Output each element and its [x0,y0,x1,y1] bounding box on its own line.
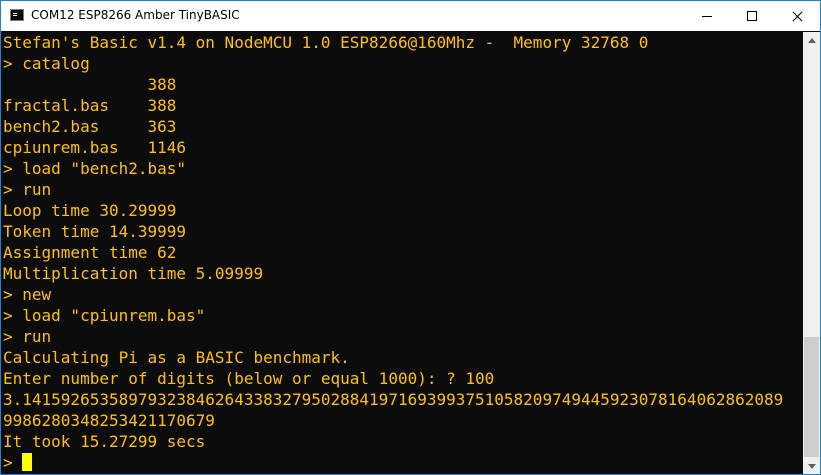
console-line: Enter number of digits (below or equal 1… [3,369,495,388]
console-line: Token time 14.39999 [3,222,187,241]
console-line: 388 [3,75,177,94]
close-icon[interactable] [774,1,819,31]
console-line: 3.14159265358979323846264338327950288419… [3,390,784,409]
console-line: Assignment time 62 [3,243,177,262]
prompt-line[interactable]: > [3,452,801,473]
prompt: > [3,453,13,472]
console-line: Calculating Pi as a BASIC benchmark. [3,348,350,367]
maximize-icon[interactable] [729,1,774,31]
console-line: 9986280348253421170679 [3,411,215,430]
console-line: cpiunrem.bas 1146 [3,138,187,157]
window-title: COM12 ESP8266 Amber TinyBASIC [31,8,240,22]
console-line: > run [3,327,52,346]
console-line: > load "cpiunrem.bas" [3,306,206,325]
title-bar[interactable]: COM12 ESP8266 Amber TinyBASIC [1,1,820,31]
minimize-icon[interactable] [684,1,729,31]
console-line: Multiplication time 5.09999 [3,264,264,283]
terminal-window: COM12 ESP8266 Amber TinyBASIC Stefan's B… [0,0,821,475]
scroll-thumb[interactable] [804,337,819,457]
console-line: It took 15.27299 secs [3,432,206,451]
console-line: > catalog [3,54,90,73]
terminal-icon [10,9,24,21]
console-line: bench2.bas 363 [3,117,177,136]
console-output[interactable]: Stefan's Basic v1.4 on NodeMCU 1.0 ESP82… [3,32,801,474]
scroll-up-icon[interactable] [803,32,820,49]
console-line: > load "bench2.bas" [3,159,187,178]
console-line: > new [3,285,52,304]
vertical-scrollbar[interactable] [803,32,820,474]
scroll-down-icon[interactable] [803,458,820,474]
console-line: Stefan's Basic v1.4 on NodeMCU 1.0 ESP82… [3,33,649,52]
text-cursor [21,453,32,471]
console-line: > run [3,180,52,199]
console-line: fractal.bas 388 [3,96,177,115]
console-line: Loop time 30.29999 [3,201,177,220]
